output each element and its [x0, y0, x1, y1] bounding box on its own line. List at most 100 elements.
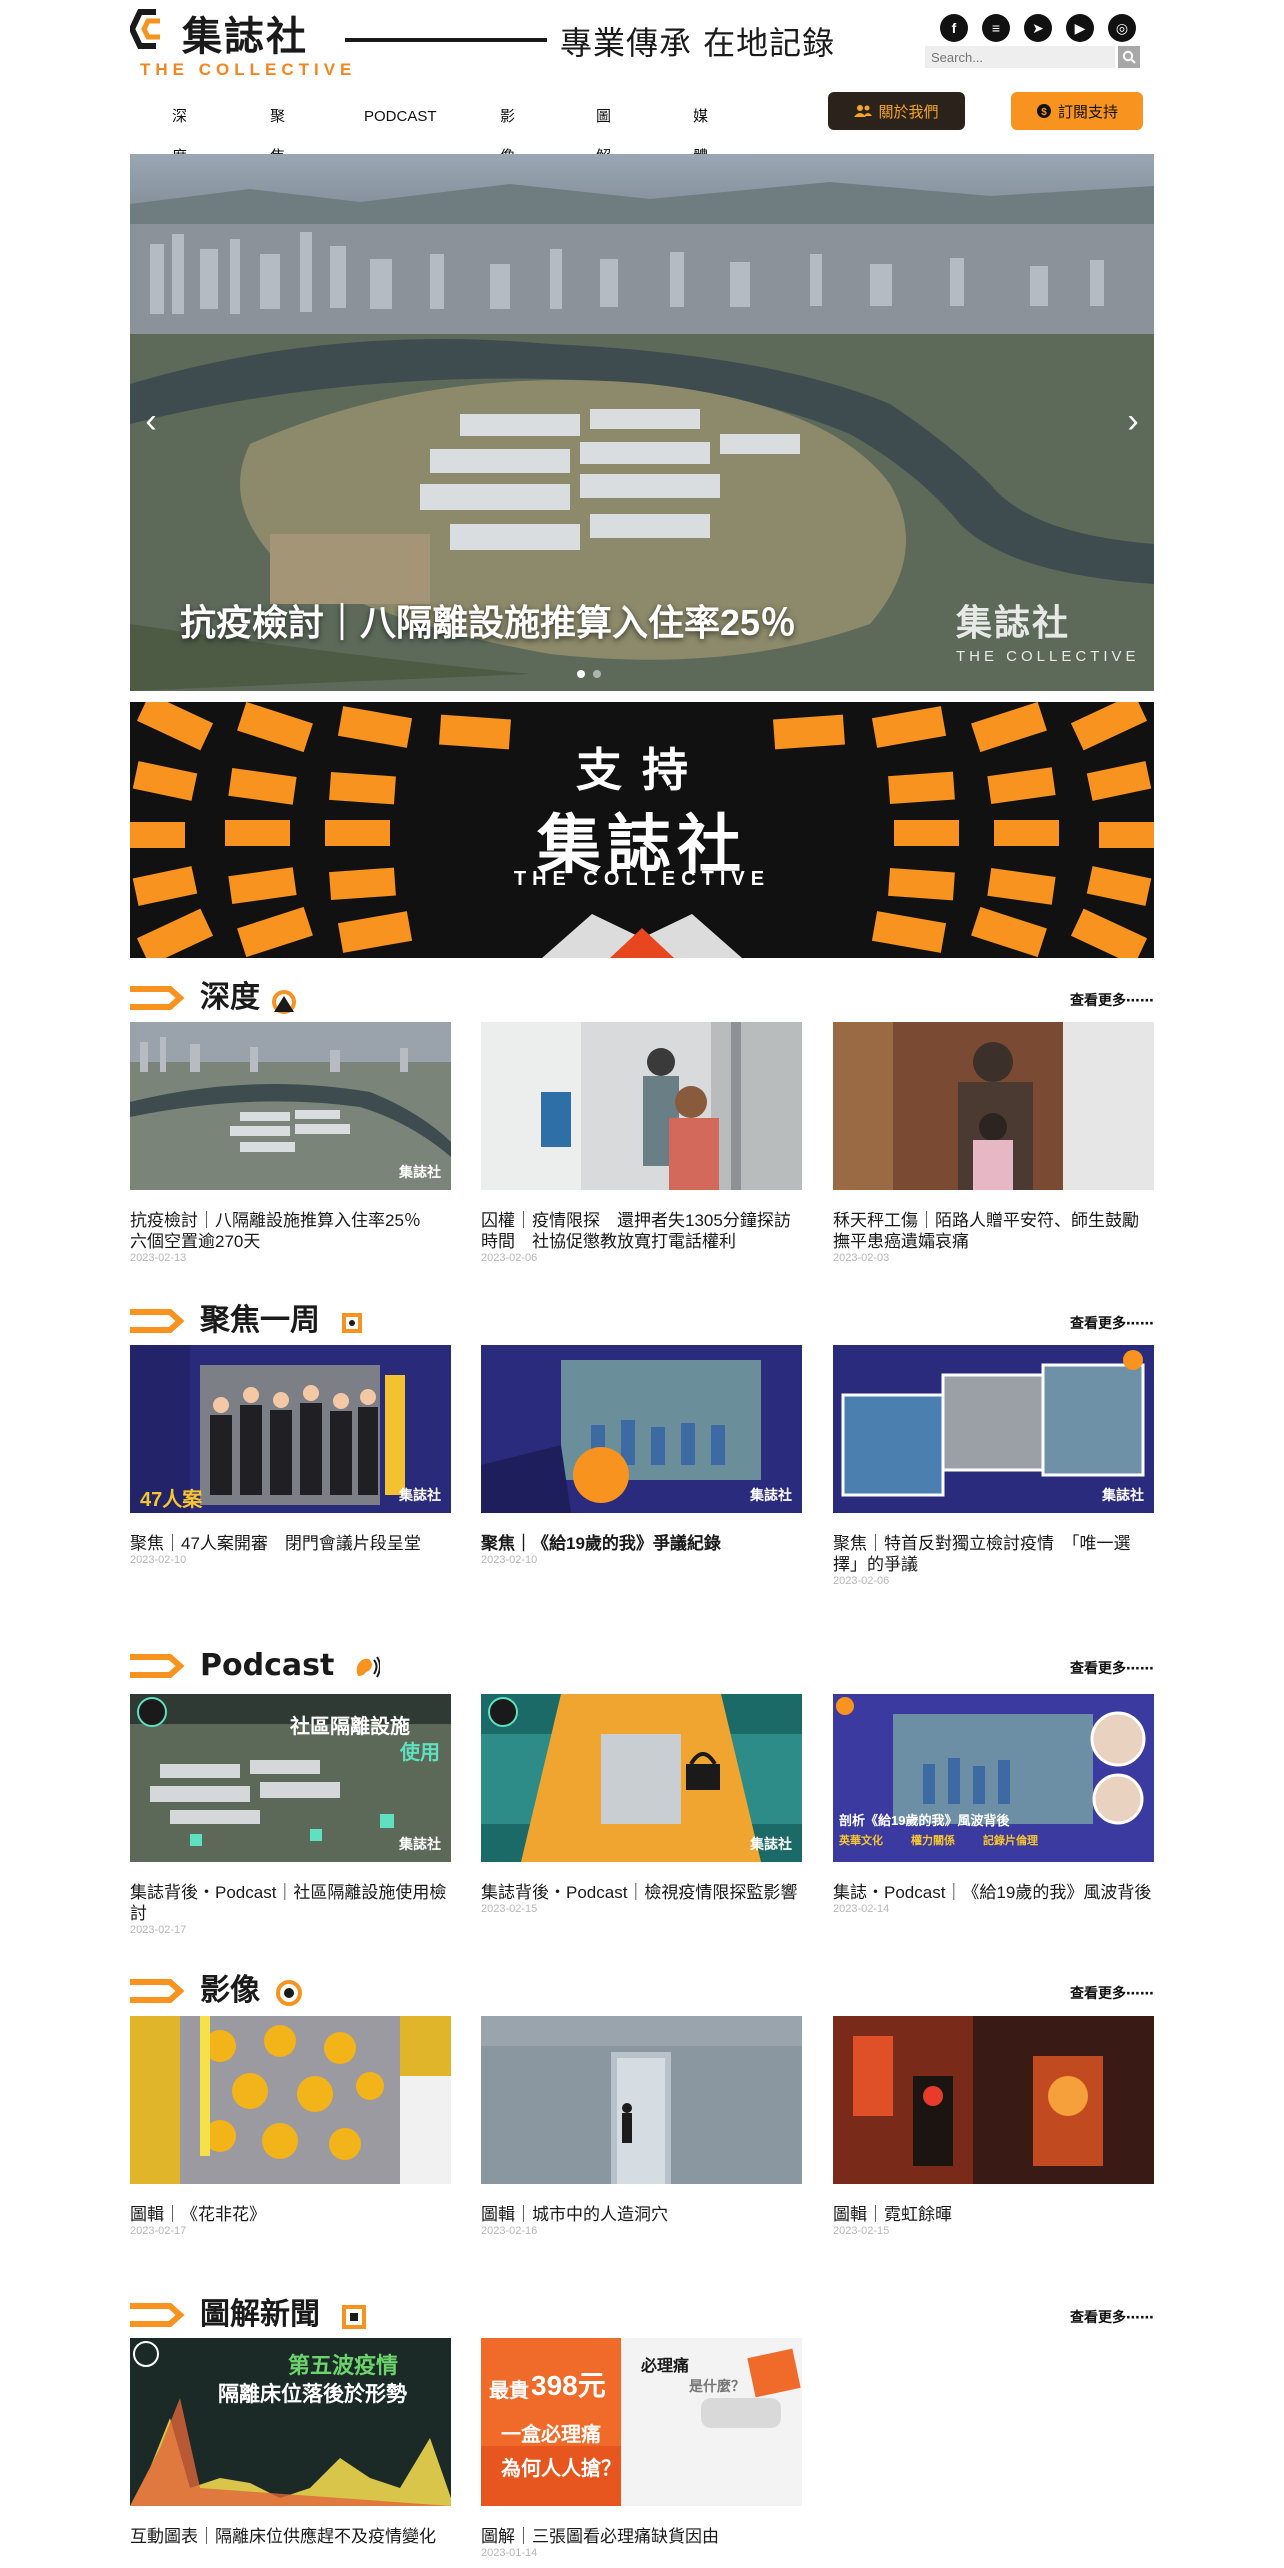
youtube-icon[interactable]: ▶	[1066, 14, 1094, 42]
telegram-icon[interactable]: ➤	[1024, 14, 1052, 42]
hero-slider[interactable]: ‹ › 抗疫檢討｜八隔離設施推算入住率25％ 集誌社 THE COLLECTIV…	[130, 154, 1154, 691]
depth-card-2-thumbnail[interactable]	[481, 1022, 802, 1190]
section-podcast-title: Podcast	[200, 1648, 335, 1683]
search-button[interactable]	[1118, 46, 1140, 68]
support-banner[interactable]: 支持 集誌社 THE COLLECTIVE	[130, 702, 1154, 958]
video-card-1-date: 2023-02-17	[130, 2225, 187, 2237]
podcast-card-3-caption: 剖析《給19歲的我》風波背後	[839, 1813, 1010, 1828]
nav-podcast[interactable]: PODCAST	[364, 97, 437, 137]
depth-card-1-title[interactable]: 抗疫檢討｜八隔離設施推算入住率25％ 六個空置逾270天	[130, 1210, 451, 1252]
depth-card-3-thumbnail[interactable]	[833, 1022, 1154, 1190]
podcast-card-3-tag-1: 英華文化	[839, 1835, 883, 1847]
site-header: 集誌社 THE COLLECTIVE 專業傳承 在地記錄 f ≡ ➤ ▶ ◎ 深…	[0, 0, 1284, 245]
site-logo[interactable]: 集誌社 THE COLLECTIVE	[130, 4, 351, 80]
focus-card-3-date: 2023-02-06	[833, 1575, 890, 1587]
podcast-card-1-banner: 社區隔離設施	[290, 1716, 410, 1738]
focus-card-1-thumbnail[interactable]: 47人案 集誌社	[130, 1345, 451, 1513]
thumb-watermark: 集誌社	[750, 1488, 792, 1504]
search-box	[925, 46, 1140, 68]
subscribe-button[interactable]: $ 訂閱支持	[1011, 92, 1143, 130]
podcast-card-3[interactable]: 剖析《給19歲的我》風波背後 英華文化 權力關係 記錄片倫理 集誌・Podcas…	[833, 1694, 1154, 1915]
video-card-2-date: 2023-02-16	[481, 2225, 538, 2237]
podcast-card-1[interactable]: 社區隔離設施 使用 集誌社 集誌背後・Podcast｜社區隔離設施使用檢討 20…	[130, 1694, 451, 1936]
focus-card-3[interactable]: 集誌社 聚焦｜特首反對獨立檢討疫情 「唯一選擇」的爭議 2023-02-06	[833, 1345, 1154, 1587]
video-card-3-thumbnail[interactable]	[833, 2016, 1154, 2184]
logo-text-zh: 集誌社	[182, 13, 308, 60]
focus-card-2-thumbnail[interactable]: 集誌社	[481, 1345, 802, 1513]
hero-watermark-en: THE COLLECTIVE	[956, 648, 1140, 665]
slider-dot-active[interactable]	[577, 670, 585, 678]
graphic-card-2-thumbnail[interactable]: 最貴 398元 一盒必理痛 為何人人搶？ 必理痛 是什麼？	[481, 2338, 802, 2506]
users-icon	[854, 105, 873, 117]
camera-section-icon	[276, 1980, 302, 2006]
depth-card-2[interactable]: 囚權｜疫情限探 還押者失1305分鐘探訪時間 社協促懲教放寬打電話權利 2023…	[481, 1022, 802, 1264]
podcast-card-1-thumbnail[interactable]: 社區隔離設施 使用 集誌社	[130, 1694, 451, 1862]
hero-prev-arrow-icon[interactable]: ‹	[136, 404, 166, 438]
graphic-card-2[interactable]: 最貴 398元 一盒必理痛 為何人人搶？ 必理痛 是什麼？ 圖解｜三張圖看必理痛…	[481, 2338, 802, 2559]
section-focus-more-link[interactable]: 查看更多⋯⋯	[1070, 1313, 1154, 1333]
podcast-card-1-title[interactable]: 集誌背後・Podcast｜社區隔離設施使用檢討	[130, 1882, 451, 1924]
section-depth-title: 深度	[200, 980, 260, 1015]
video-card-1[interactable]: 圖輯｜《花非花》 2023-02-17	[130, 2016, 451, 2237]
section-video-header: 影像 查看更多⋯⋯	[130, 1973, 1154, 2009]
section-video-more-link[interactable]: 查看更多⋯⋯	[1070, 1983, 1154, 2003]
section-arrow-icon	[130, 1654, 185, 1678]
video-card-2-thumbnail[interactable]	[481, 2016, 802, 2184]
hero-title[interactable]: 抗疫檢討｜八隔離設施推算入住率25％	[180, 594, 796, 646]
focus-card-1-title[interactable]: 聚焦｜47人案開審 閉門會議片段呈堂	[130, 1533, 451, 1554]
video-card-2[interactable]: 圖輯｜城市中的人造洞穴 2023-02-16	[481, 2016, 802, 2237]
graphic-card-1-title[interactable]: 互動圖表｜隔離床位供應趕不及疫情變化	[130, 2526, 451, 2547]
focus-card-2[interactable]: 集誌社 聚焦｜《給19歲的我》爭議紀錄 2023-02-10	[481, 1345, 802, 1566]
about-us-button[interactable]: 關於我們	[828, 92, 965, 130]
video-card-3[interactable]: 圖輯｜霓虹餘暉 2023-02-15	[833, 2016, 1154, 2237]
logo-text-en: THE COLLECTIVE	[140, 60, 357, 79]
search-icon	[1122, 50, 1136, 64]
video-card-3-title[interactable]: 圖輯｜霓虹餘暉	[833, 2204, 1154, 2225]
graphic-card-1-line-2: 隔離床位落後於形勢	[218, 2383, 407, 2406]
slider-dot[interactable]	[593, 670, 601, 678]
podcast-card-2[interactable]: 集誌社 集誌背後・Podcast｜檢視疫情限探監影響 2023-02-15	[481, 1694, 802, 1915]
thumb-watermark: 集誌社	[750, 1837, 792, 1853]
section-graphic-more-link[interactable]: 查看更多⋯⋯	[1070, 2307, 1154, 2327]
section-graphic-header: 圖解新聞 查看更多⋯⋯	[130, 2297, 1154, 2333]
graphic-card-2-prefix: 最貴	[489, 2380, 529, 2402]
thumb-watermark: 集誌社	[1102, 1488, 1144, 1504]
video-card-3-date: 2023-02-15	[833, 2225, 890, 2237]
svg-text:$: $	[1041, 107, 1047, 118]
thumb-watermark: 集誌社	[399, 1837, 441, 1853]
section-podcast-more-link[interactable]: 查看更多⋯⋯	[1070, 1658, 1154, 1678]
graphic-card-1-thumbnail[interactable]: 第五波疫情 隔離床位落後於形勢	[130, 2338, 451, 2506]
tagline-rule	[345, 38, 547, 42]
search-input[interactable]	[925, 46, 1115, 68]
video-card-2-title[interactable]: 圖輯｜城市中的人造洞穴	[481, 2204, 802, 2225]
focus-card-3-thumbnail[interactable]: 集誌社	[833, 1345, 1154, 1513]
focus-card-2-title[interactable]: 聚焦｜《給19歲的我》爭議紀錄	[481, 1533, 802, 1554]
focus-card-2-date: 2023-02-10	[481, 1554, 538, 1566]
podcast-card-3-tag-3: 記錄片倫理	[983, 1835, 1038, 1847]
depth-card-3-date: 2023-02-03	[833, 1252, 890, 1264]
podcast-card-2-title[interactable]: 集誌背後・Podcast｜檢視疫情限探監影響	[481, 1882, 802, 1903]
video-card-1-thumbnail[interactable]	[130, 2016, 451, 2184]
depth-card-3-title[interactable]: 秝天秤工傷｜陌路人贈平安符、師生鼓勵 撫平患癌遺孀哀痛	[833, 1210, 1156, 1252]
graphic-card-2-price: 398元	[531, 2370, 606, 2401]
logo-mark-icon	[130, 9, 160, 49]
depth-card-3[interactable]: 秝天秤工傷｜陌路人贈平安符、師生鼓勵 撫平患癌遺孀哀痛 2023-02-03	[833, 1022, 1156, 1264]
depth-card-2-title[interactable]: 囚權｜疫情限探 還押者失1305分鐘探訪時間 社協促懲教放寬打電話權利	[481, 1210, 802, 1252]
depth-card-1[interactable]: 集誌社 抗疫檢討｜八隔離設施推算入住率25％ 六個空置逾270天 2023-02…	[130, 1022, 451, 1264]
podcast-card-3-thumbnail[interactable]: 剖析《給19歲的我》風波背後 英華文化 權力關係 記錄片倫理	[833, 1694, 1154, 1862]
section-graphic-title: 圖解新聞	[200, 2297, 320, 2332]
hero-next-arrow-icon[interactable]: ›	[1118, 404, 1148, 438]
podcast-card-3-title[interactable]: 集誌・Podcast｜《給19歲的我》風波背後	[833, 1882, 1154, 1903]
facebook-icon[interactable]: f	[940, 14, 968, 42]
instagram-icon[interactable]: ◎	[1108, 14, 1136, 42]
message-icon[interactable]: ≡	[982, 14, 1010, 42]
graphic-card-1[interactable]: 第五波疫情 隔離床位落後於形勢 互動圖表｜隔離床位供應趕不及疫情變化	[130, 2338, 451, 2547]
video-card-1-title[interactable]: 圖輯｜《花非花》	[130, 2204, 451, 2225]
section-podcast-header: Podcast 查看更多⋯⋯	[130, 1648, 1154, 1684]
podcast-card-2-thumbnail[interactable]: 集誌社	[481, 1694, 802, 1862]
focus-card-1[interactable]: 47人案 集誌社 聚焦｜47人案開審 閉門會議片段呈堂 2023-02-10	[130, 1345, 451, 1566]
depth-card-1-thumbnail[interactable]: 集誌社	[130, 1022, 451, 1190]
graphic-card-2-title[interactable]: 圖解｜三張圖看必理痛缺貨因由	[481, 2526, 802, 2547]
focus-card-3-title[interactable]: 聚焦｜特首反對獨立檢討疫情 「唯一選擇」的爭議	[833, 1533, 1154, 1575]
section-depth-more-link[interactable]: 查看更多⋯⋯	[1070, 990, 1154, 1010]
